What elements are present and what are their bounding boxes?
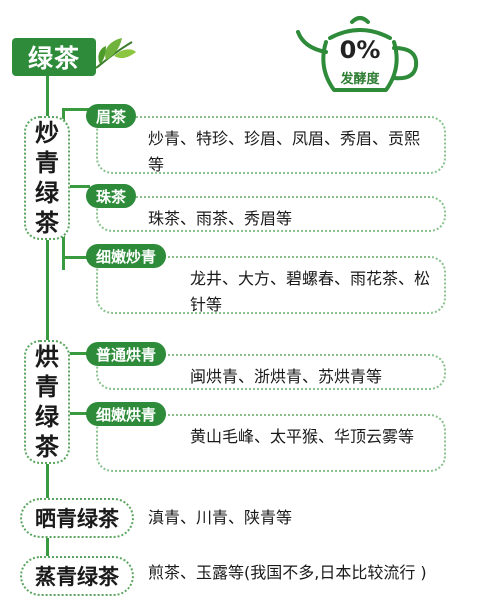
fermentation-label: 发酵度 bbox=[340, 72, 380, 87]
tab-xinenhongqing: 细嫩烘青 bbox=[86, 402, 167, 426]
content-box-meicha: 炒青、特珍、珍眉、凤眉、秀眉、贡熙等 bbox=[96, 116, 446, 174]
category-shaiqing: 晒青绿茶 bbox=[20, 498, 134, 538]
content-text: 龙井、大方、碧螺春、雨花茶、松针等 bbox=[190, 269, 431, 314]
tea-leaf-icon bbox=[95, 38, 136, 69]
content-text: 黄山毛峰、太平猴、华顶云雾等 bbox=[190, 427, 415, 446]
content-text: 珠茶、雨茶、秀眉等 bbox=[148, 209, 293, 228]
title-box: 绿茶 bbox=[12, 38, 96, 76]
category-label: 晒青绿茶 bbox=[35, 507, 119, 531]
content-text: 炒青、特珍、珍眉、凤眉、秀眉、贡熙等 bbox=[148, 129, 421, 174]
tab-putonghongqing: 普通烘青 bbox=[86, 342, 167, 366]
title-text: 绿茶 bbox=[27, 44, 80, 73]
zhengqing-text: 煎茶、玉露等(我国不多,日本比较流行 ) bbox=[148, 563, 427, 582]
content-box-zhucha: 珠茶、雨茶、秀眉等 bbox=[96, 196, 446, 232]
category-chaoqing: 炒青绿茶 bbox=[24, 116, 70, 240]
category-label: 蒸青绿茶 bbox=[35, 565, 119, 589]
fermentation-percent: 0% bbox=[339, 36, 381, 64]
category-zhengqing: 蒸青绿茶 bbox=[20, 556, 134, 596]
tab-xinenchaoqing: 细嫩炒青 bbox=[86, 244, 167, 268]
content-text: 闽烘青、浙烘青、苏烘青等 bbox=[190, 367, 383, 386]
category-label: 炒青绿茶 bbox=[35, 119, 59, 237]
tab-meicha: 眉茶 bbox=[86, 104, 137, 128]
shaiqing-text: 滇青、川青、陕青等 bbox=[148, 508, 293, 527]
tab-zhucha: 珠茶 bbox=[86, 184, 137, 208]
category-label: 烘青绿茶 bbox=[35, 343, 59, 461]
connector bbox=[62, 108, 90, 111]
category-hongqing: 烘青绿茶 bbox=[24, 340, 70, 464]
